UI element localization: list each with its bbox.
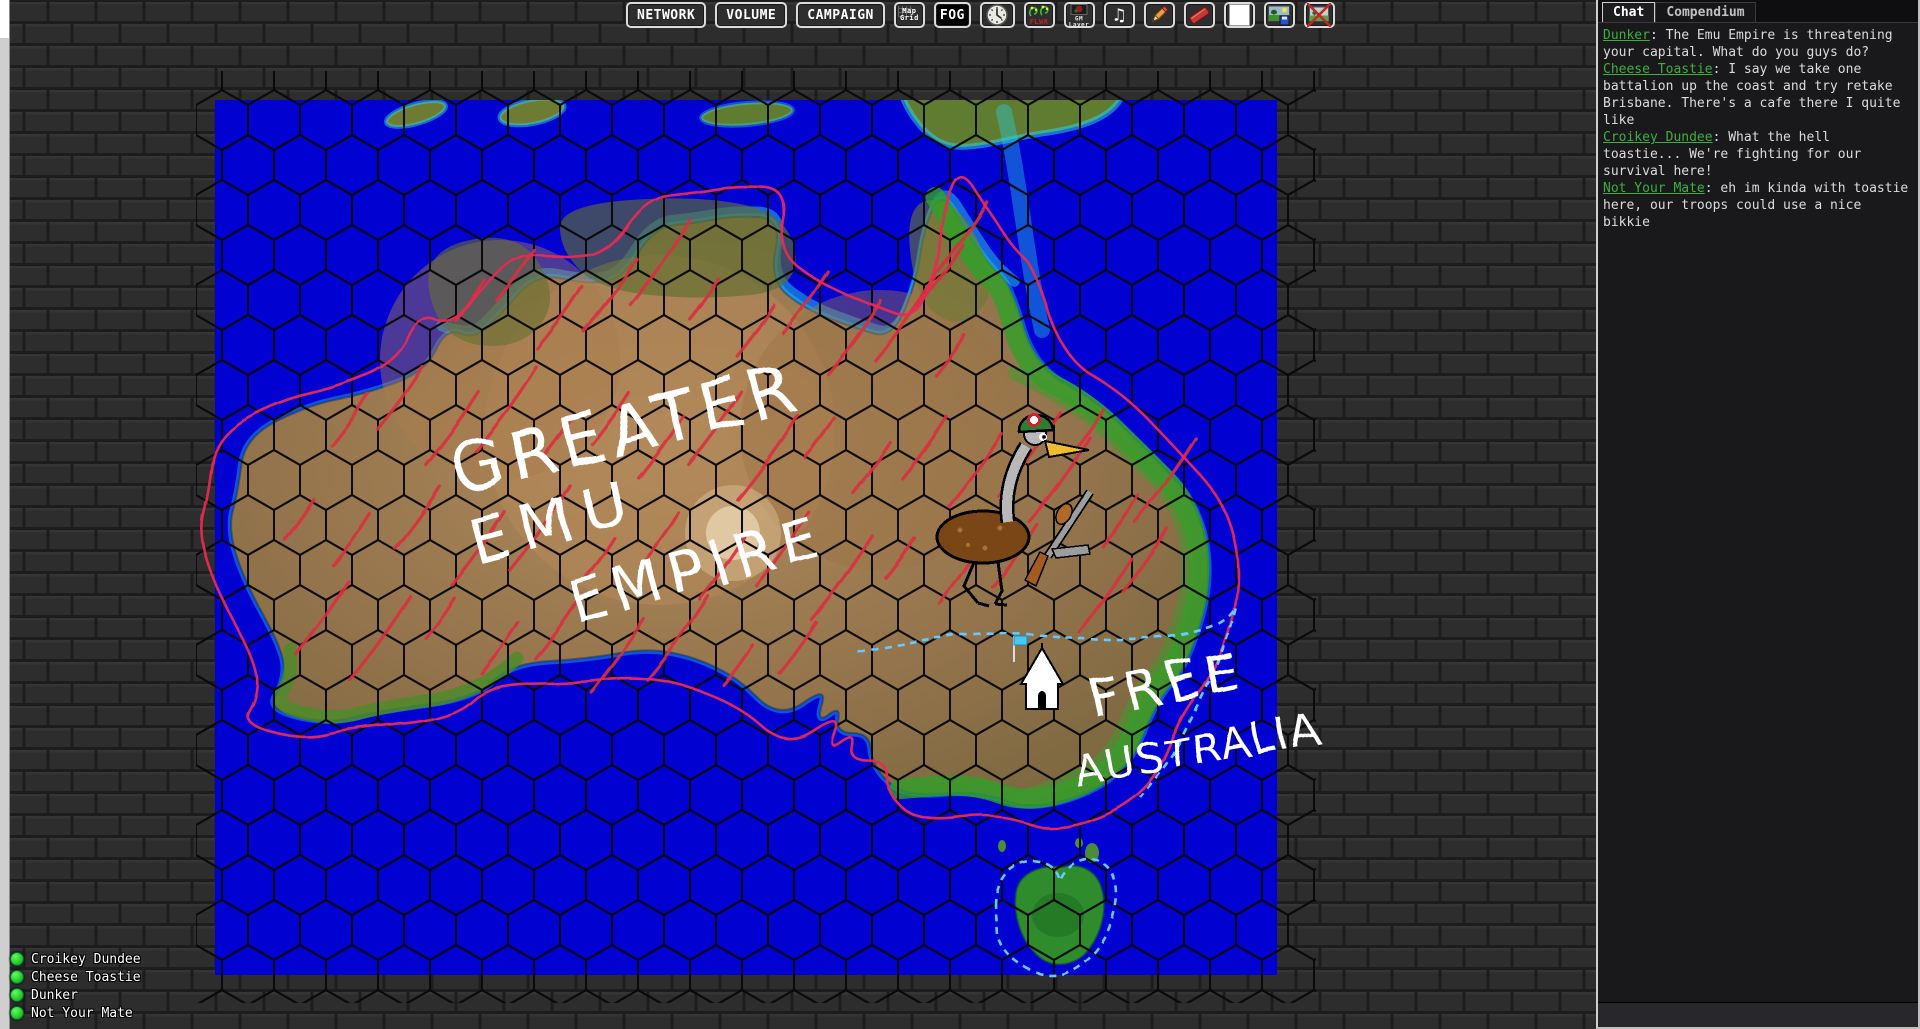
chat-message-author: Dunker: [1603, 28, 1650, 43]
plants-icon: FLWR: [1026, 3, 1052, 27]
eraser-icon: [1187, 3, 1211, 27]
player-status-icon: [10, 988, 24, 1002]
player-status-icon: [10, 1006, 24, 1020]
player-name: Dunker: [31, 988, 78, 1003]
chat-panel: Chat Compendium Dunker: The Emu Empire i…: [1596, 0, 1920, 1029]
player-status-icon: [10, 952, 24, 966]
pencil-icon: [1147, 3, 1171, 27]
player-status-icon: [10, 970, 24, 984]
set-map-image-button[interactable]: [1264, 2, 1295, 28]
image-remove-icon: [1307, 3, 1331, 27]
volume-button[interactable]: VOLUME: [715, 2, 787, 28]
network-button[interactable]: NETWORK: [626, 2, 706, 28]
clear-map-image-button[interactable]: [1304, 2, 1335, 28]
music-note-icon: ♫: [1114, 5, 1125, 26]
svg-text:FLWR: FLWR: [1030, 18, 1049, 26]
music-button[interactable]: ♫: [1104, 2, 1135, 28]
draw-pencil-button[interactable]: [1144, 2, 1175, 28]
player-list-item: Not Your Mate: [10, 1004, 141, 1022]
color-swatch-button[interactable]: [1224, 2, 1255, 28]
chat-message: Not Your Mate: eh im kinda with toastie …: [1603, 180, 1913, 231]
player-list-item: Cheese Toastie: [10, 968, 141, 986]
chat-input[interactable]: [1598, 1002, 1918, 1027]
app-window: GREATER EMU EMPIRE FREE AUSTRALIA: [0, 0, 1920, 1029]
gm-layer-icon: GM Layer: [1066, 3, 1092, 27]
chat-message-author: Cheese Toastie: [1603, 62, 1713, 77]
chat-tab-bar: Chat Compendium: [1598, 0, 1918, 23]
fog-button[interactable]: FOG: [934, 2, 971, 28]
image-save-icon: [1267, 3, 1291, 27]
clock-button[interactable]: [980, 2, 1015, 28]
campaign-button[interactable]: CAMPAIGN: [796, 2, 885, 28]
player-list-item: Dunker: [10, 986, 141, 1004]
chat-message: Dunker: The Emu Empire is threatening yo…: [1603, 27, 1913, 61]
player-list: Croikey Dundee Cheese Toastie Dunker Not…: [10, 950, 141, 1022]
chat-message: Croikey Dundee: What the hell toastie...…: [1603, 129, 1913, 180]
player-name: Not Your Mate: [31, 1006, 133, 1021]
chat-message-author: Croikey Dundee: [1603, 130, 1713, 145]
chat-message-list: Dunker: The Emu Empire is threatening yo…: [1598, 23, 1918, 1002]
tab-compendium[interactable]: Compendium: [1655, 2, 1755, 22]
map-canvas[interactable]: GREATER EMU EMPIRE FREE AUSTRALIA: [195, 68, 1335, 1008]
player-name: Croikey Dundee: [31, 952, 141, 967]
white-swatch: [1229, 4, 1250, 26]
svg-text:Layer: Layer: [1069, 22, 1090, 28]
plants-button[interactable]: FLWR: [1024, 2, 1055, 28]
chat-message-author: Not Your Mate: [1603, 181, 1705, 196]
clock-icon: [985, 3, 1009, 27]
chat-message: Cheese Toastie: I say we take one battal…: [1603, 61, 1913, 129]
window-edge-strip: [0, 0, 10, 1029]
tab-chat[interactable]: Chat: [1602, 2, 1655, 22]
gm-layer-button[interactable]: GM Layer: [1064, 2, 1095, 28]
player-name: Cheese Toastie: [31, 970, 141, 985]
player-list-item: Croikey Dundee: [10, 950, 141, 968]
top-toolbar: NETWORK VOLUME CAMPAIGN MapGrid FOG FLWR: [626, 2, 1335, 29]
eraser-button[interactable]: [1184, 2, 1215, 28]
map-grid-button[interactable]: MapGrid: [894, 2, 925, 28]
